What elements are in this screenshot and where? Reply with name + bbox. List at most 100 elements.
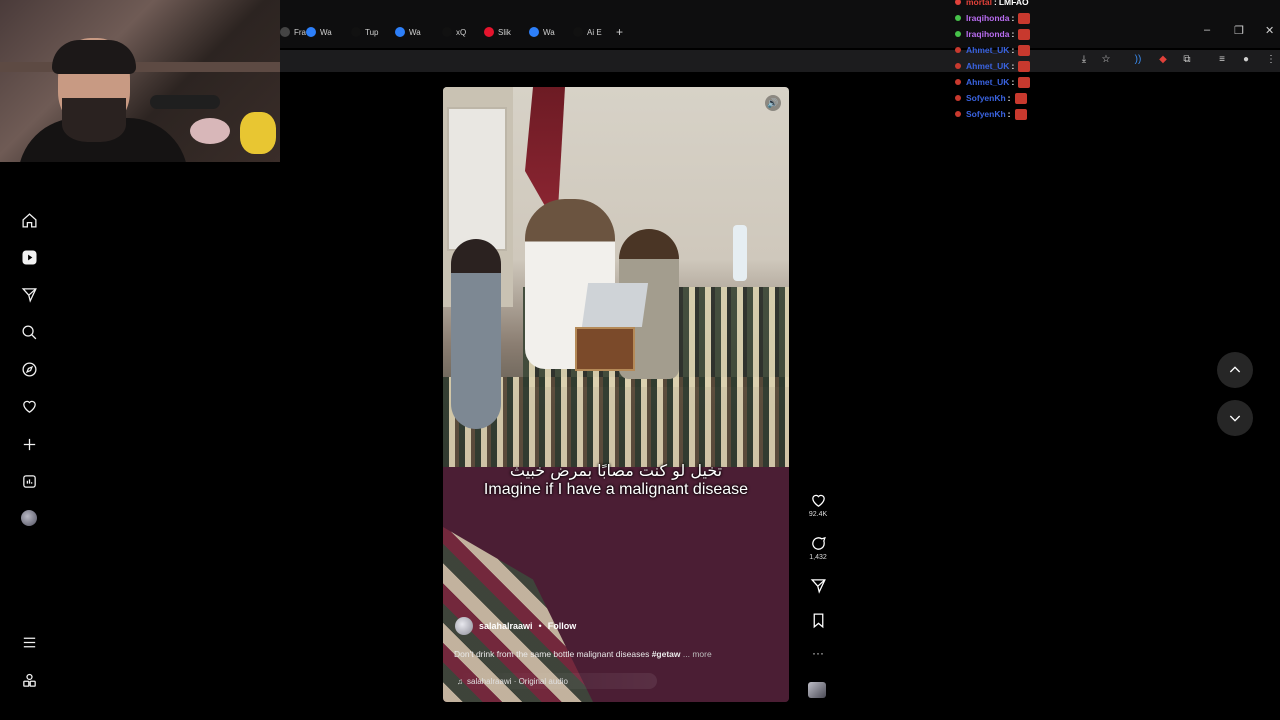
comment-icon bbox=[811, 536, 826, 550]
audio-link[interactable]: ♫ salahalraawi · Original audio bbox=[457, 673, 657, 689]
extension-shield-icon[interactable]: ◆ bbox=[1157, 54, 1169, 66]
sidebar-item-dashboard[interactable] bbox=[18, 470, 40, 492]
chat-emote-icon bbox=[1018, 44, 1031, 56]
chat-badge-icon bbox=[955, 95, 961, 101]
like-button[interactable]: 92.4K bbox=[804, 492, 832, 518]
bookmark-star-icon[interactable]: ☆ bbox=[1100, 54, 1112, 66]
close-button[interactable]: ✕ bbox=[1265, 24, 1274, 37]
subtitle-arabic: تخيل لو كنت مصابًا بمرض خبيث bbox=[509, 461, 723, 480]
reading-list-icon[interactable]: ≡ bbox=[1216, 54, 1228, 66]
plus-icon bbox=[23, 438, 35, 450]
speaker-icon[interactable]: 🔊 bbox=[765, 95, 781, 111]
avatar bbox=[21, 510, 37, 526]
chat-username[interactable]: Ahmet_UK bbox=[966, 45, 1009, 55]
bookmark-icon bbox=[813, 613, 823, 629]
share-button[interactable] bbox=[804, 577, 832, 596]
follow-button[interactable]: Follow bbox=[548, 621, 577, 631]
reels-icon bbox=[21, 249, 37, 265]
chat-separator: : bbox=[993, 0, 997, 7]
chevron-down-icon bbox=[1229, 415, 1241, 422]
audio-thumbnail[interactable] bbox=[808, 682, 826, 698]
extension-audio-icon[interactable]: )) bbox=[1132, 54, 1144, 66]
chat-badge-icon bbox=[955, 63, 961, 69]
heart-icon bbox=[22, 400, 36, 413]
tab-6[interactable]: Wa bbox=[529, 24, 555, 40]
author-row: salahalraawi • Follow bbox=[455, 617, 576, 635]
chat-message: SofyenKh: bbox=[955, 106, 1030, 122]
chat-username[interactable]: mortal bbox=[966, 0, 992, 7]
new-tab-button[interactable]: + bbox=[616, 24, 623, 40]
save-button[interactable] bbox=[804, 612, 832, 631]
tab-favicon-icon bbox=[395, 27, 405, 37]
chevron-up-icon bbox=[1229, 366, 1241, 373]
stream-chat-overlay: mortal: LMFAO Iraqihonda: Iraqihonda: Ahmet_… bbox=[955, 0, 1031, 122]
video-subtitle: تخيل لو كنت مصابًا بمرض خبيث Imagine if … bbox=[443, 461, 789, 499]
tab-5[interactable]: Slik bbox=[484, 24, 511, 40]
tab-label: Slik bbox=[498, 27, 511, 37]
sidebar-item-home[interactable] bbox=[18, 209, 40, 231]
sidebar-item-create[interactable] bbox=[18, 433, 40, 455]
chat-badge-icon bbox=[955, 79, 961, 85]
caption-hashtag[interactable]: #getaw bbox=[652, 649, 681, 659]
chat-message: mortal: LMFAO bbox=[955, 0, 1030, 10]
chat-separator: : bbox=[1011, 77, 1015, 87]
comment-button[interactable]: 1,432 bbox=[804, 535, 832, 561]
sidebar-item-notifications[interactable] bbox=[18, 395, 40, 417]
sidebar-item-messages[interactable] bbox=[18, 283, 40, 305]
tab-label: Wa bbox=[409, 27, 421, 37]
profile-avatar-icon[interactable]: ● bbox=[1240, 54, 1252, 66]
install-app-icon[interactable]: ⤓ bbox=[1078, 54, 1090, 66]
apps-icon bbox=[22, 673, 36, 687]
chat-emote-icon bbox=[1018, 28, 1031, 40]
chat-message: Ahmet_UK: bbox=[955, 58, 1031, 74]
tab-0[interactable]: Fra bbox=[280, 24, 306, 40]
reel-caption: Don't drink from the same bottle maligna… bbox=[454, 649, 784, 659]
chat-message: Iraqihonda: bbox=[955, 26, 1031, 42]
tab-favicon-icon bbox=[351, 27, 361, 37]
sidebar-item-reels[interactable] bbox=[18, 246, 40, 268]
ellipsis-icon: ··· bbox=[812, 646, 824, 660]
chat-username[interactable]: Ahmet_UK bbox=[966, 61, 1009, 71]
minimize-button[interactable]: – bbox=[1204, 24, 1210, 36]
tab-7[interactable]: Ai E bbox=[573, 24, 602, 40]
extensions-puzzle-icon[interactable]: ⧉ bbox=[1181, 54, 1193, 66]
chat-emote-icon bbox=[1018, 60, 1031, 72]
chat-username[interactable]: SofyenKh bbox=[966, 93, 1006, 103]
chart-icon bbox=[22, 474, 36, 488]
sidebar-item-more[interactable] bbox=[18, 631, 40, 653]
tab-4[interactable]: xQ bbox=[442, 24, 466, 40]
chat-badge-icon bbox=[955, 47, 961, 53]
sidebar-item-profile[interactable] bbox=[18, 507, 40, 529]
like-count: 92.4K bbox=[808, 511, 828, 518]
tab-3[interactable]: Wa bbox=[395, 24, 421, 40]
browser-menu-icon[interactable]: ⋮ bbox=[1265, 54, 1277, 66]
chat-message: Ahmet_UK: bbox=[955, 42, 1031, 58]
tab-favicon-icon bbox=[280, 27, 290, 37]
chat-message: Iraqihonda: bbox=[955, 10, 1031, 26]
sidebar-item-also-from-meta[interactable] bbox=[18, 669, 40, 691]
sidebar-item-explore[interactable] bbox=[18, 358, 40, 380]
previous-reel-button[interactable] bbox=[1217, 352, 1253, 388]
tab-2[interactable]: Tup bbox=[351, 24, 379, 40]
restore-button[interactable]: ❐ bbox=[1234, 24, 1244, 37]
audio-label: salahalraawi · Original audio bbox=[467, 676, 568, 686]
caption-text: Don't drink from the same bottle maligna… bbox=[454, 649, 652, 659]
tab-favicon-icon bbox=[306, 27, 316, 37]
chat-username[interactable]: Ahmet_UK bbox=[966, 77, 1009, 87]
reel-video[interactable]: 🔊 تخيل لو كنت مصابًا بمرض خبيث Imagine i… bbox=[443, 87, 789, 702]
chat-username[interactable]: Iraqihonda bbox=[966, 13, 1009, 23]
author-avatar[interactable] bbox=[455, 617, 473, 635]
heart-icon bbox=[811, 494, 825, 507]
caption-more-link[interactable]: ... more bbox=[683, 649, 712, 659]
tab-label: Wa bbox=[320, 27, 332, 37]
tab-1[interactable]: Wa bbox=[306, 24, 332, 40]
chat-username[interactable]: SofyenKh bbox=[966, 109, 1006, 119]
next-reel-button[interactable] bbox=[1217, 400, 1253, 436]
author-username[interactable]: salahalraawi bbox=[479, 621, 533, 631]
send-icon bbox=[21, 287, 37, 303]
more-options-button[interactable]: ··· bbox=[804, 646, 832, 660]
sidebar-item-search[interactable] bbox=[18, 321, 40, 343]
chat-badge-icon bbox=[955, 0, 961, 5]
chat-username[interactable]: Iraqihonda bbox=[966, 29, 1009, 39]
chat-separator: : bbox=[1011, 45, 1015, 55]
